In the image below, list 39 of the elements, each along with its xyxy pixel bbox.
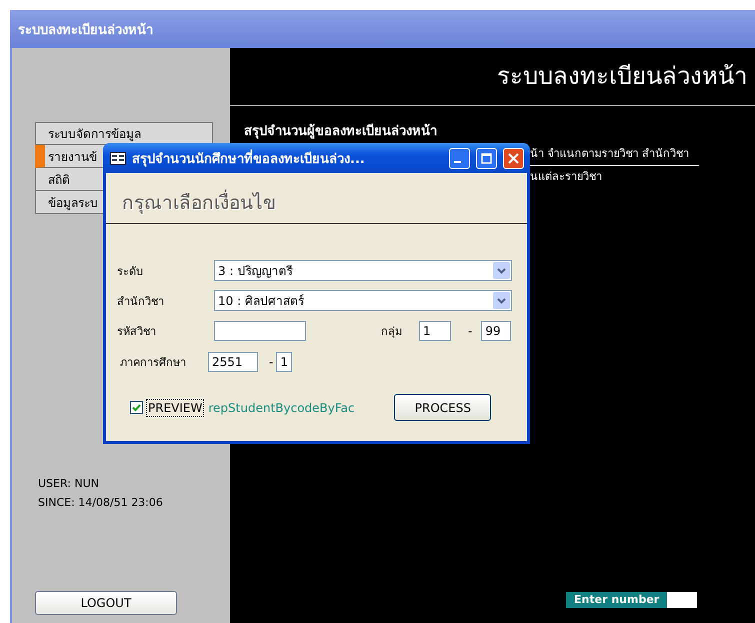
field-label: สำนักวิชา: [117, 294, 165, 310]
field-label: รหัสวิชา: [117, 324, 157, 340]
sidebar-item[interactable]: ระบบจัดการข้อมูล: [35, 122, 213, 145]
input-field[interactable]: 1: [276, 352, 292, 372]
number-field[interactable]: [667, 592, 698, 608]
enter-number-label: Enter number: [566, 592, 668, 608]
logout-button[interactable]: LOGOUT: [35, 591, 177, 615]
separator-text: -: [468, 324, 472, 338]
section-title: สรุปจำนวนผู้ขอลงทะเบียนล่วงหน้า: [244, 122, 437, 141]
dropdown[interactable]: 3 : ปริญญาตรี: [214, 260, 512, 281]
field-label: ภาคการศึกษา: [120, 355, 187, 371]
dropdown-icon[interactable]: [493, 262, 510, 279]
field-label: ระดับ: [117, 264, 144, 280]
input-field[interactable]: 1: [419, 321, 451, 341]
close-icon: [508, 152, 519, 164]
report-name: repStudentBycodeByFac: [208, 400, 356, 414]
close-button[interactable]: [503, 148, 524, 168]
report-link[interactable]: น้า จำแนกตามรายวิชา สำนักวิชา: [530, 143, 699, 166]
input-field[interactable]: [214, 321, 306, 341]
separator-text: -: [269, 355, 274, 369]
dialog-title: สรุปจำนวนนักศึกษาที่ขอลงทะเบียนล่วง...: [132, 148, 366, 168]
dropdown-icon[interactable]: [493, 292, 510, 309]
checkbox-label[interactable]: PREVIEW: [146, 398, 204, 416]
minimize-icon: [454, 161, 461, 163]
dropdown[interactable]: 10 : ศิลปศาสตร์: [214, 290, 512, 311]
page-heading: ระบบลงทะเบียนล่วงหน้า: [497, 61, 747, 92]
process-button[interactable]: PROCESS: [394, 394, 492, 421]
input-field[interactable]: 99: [481, 321, 512, 341]
window-icon: [110, 152, 126, 164]
maximize-icon: [481, 152, 492, 164]
user-text: USER: NUN: [38, 476, 99, 492]
window-title: ระบบลงทะเบียนล่วงหน้า: [18, 22, 153, 40]
input-field[interactable]: 2551: [208, 352, 258, 372]
minimize-button[interactable]: [449, 148, 470, 168]
maximize-button[interactable]: [476, 148, 497, 168]
checkbox[interactable]: [130, 401, 143, 414]
since-text: SINCE: 14/08/51 23:06: [38, 495, 163, 511]
field-label: กลุ่ม: [381, 324, 403, 340]
report-link[interactable]: นแต่ละรายวิชา: [530, 166, 602, 188]
